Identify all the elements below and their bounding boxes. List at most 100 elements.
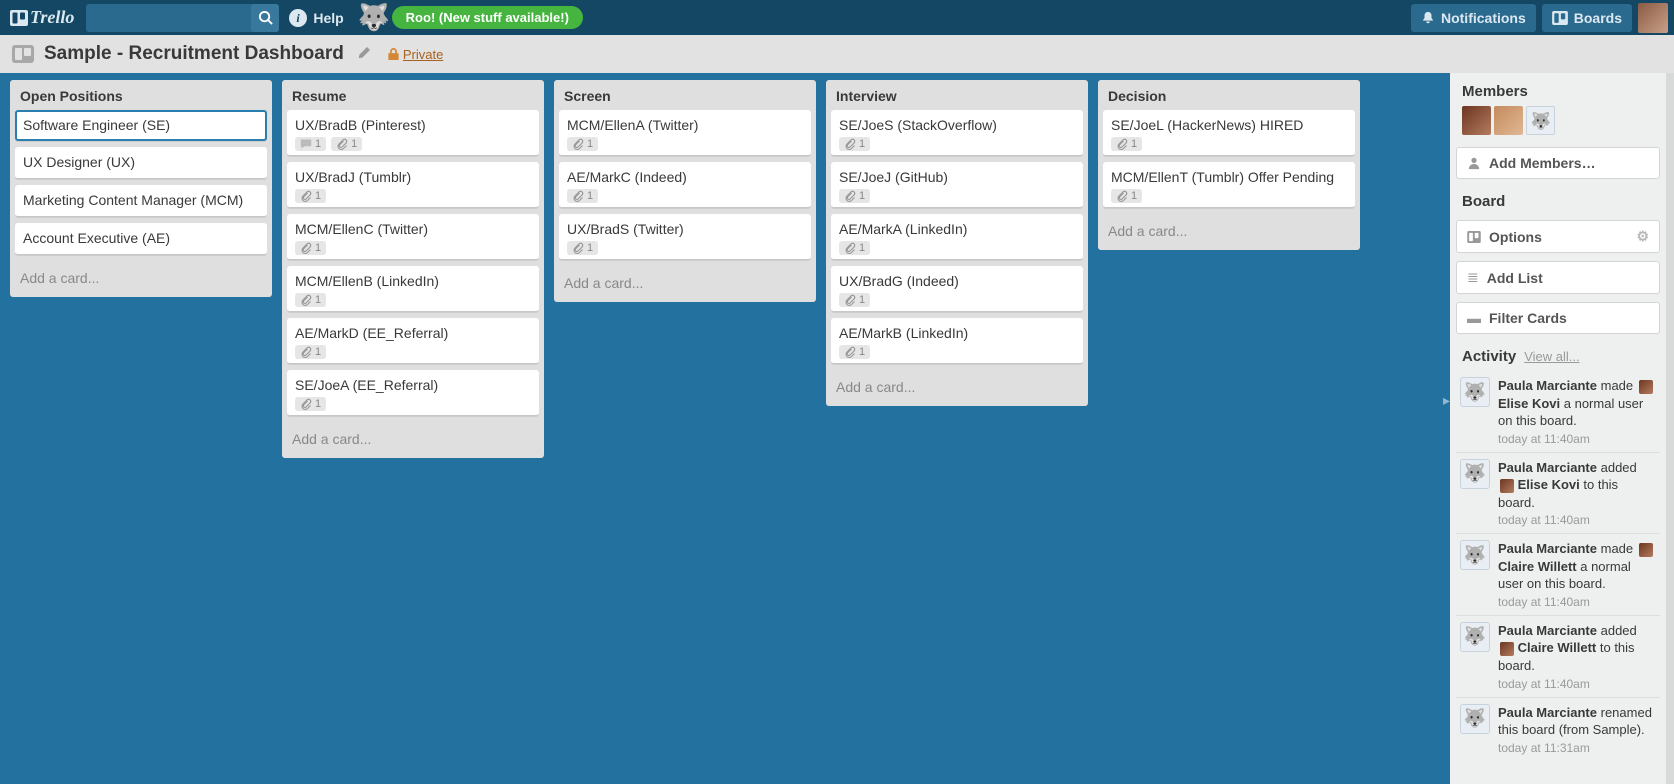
edit-title-button[interactable] bbox=[358, 46, 370, 62]
privacy-label: Private bbox=[403, 47, 443, 62]
card-title: AE/MarkA (LinkedIn) bbox=[839, 221, 1075, 237]
badges: 1 bbox=[839, 137, 1075, 151]
attachments-count: 1 bbox=[1131, 138, 1137, 150]
scrollbar-track[interactable] bbox=[1666, 73, 1674, 784]
activity-avatar[interactable]: 🐺 bbox=[1460, 540, 1490, 570]
options-button[interactable]: Options ⚙ bbox=[1456, 220, 1660, 253]
badges: 1 bbox=[839, 293, 1075, 307]
sidebar-collapse-caret[interactable]: ▸ bbox=[1443, 392, 1450, 409]
view-all-link[interactable]: View all... bbox=[1524, 349, 1579, 364]
card[interactable]: SE/JoeL (HackerNews) HIRED1 bbox=[1103, 110, 1355, 156]
board-title[interactable]: Sample - Recruitment Dashboard bbox=[44, 43, 344, 65]
card[interactable]: Software Engineer (SE) bbox=[15, 110, 267, 141]
add-card-button[interactable]: Add a card... bbox=[826, 370, 1088, 406]
board-icon bbox=[1552, 11, 1568, 25]
member-avatar[interactable] bbox=[1462, 106, 1491, 135]
card[interactable]: UX/BradJ (Tumblr) 1 bbox=[287, 162, 539, 208]
attachments-badge: 1 bbox=[839, 345, 870, 359]
card-title: AE/MarkD (EE_Referral) bbox=[295, 325, 531, 341]
trello-logo[interactable]: Trello bbox=[6, 7, 78, 28]
card[interactable]: Account Executive (AE) bbox=[15, 223, 267, 255]
list-header[interactable]: Open Positions bbox=[10, 80, 272, 110]
attachments-count: 1 bbox=[859, 190, 865, 202]
card[interactable]: AE/MarkA (LinkedIn)1 bbox=[831, 214, 1083, 260]
card[interactable]: SE/JoeA (EE_Referral)1 bbox=[287, 370, 539, 416]
add-card-button[interactable]: Add a card... bbox=[1098, 214, 1360, 250]
activity-timestamp: today at 11:40am bbox=[1498, 595, 1656, 609]
search-input[interactable] bbox=[86, 4, 251, 32]
cards-container: SE/JoeS (StackOverflow)1 SE/JoeJ (GitHub)… bbox=[826, 110, 1088, 370]
attachments-count: 1 bbox=[315, 398, 321, 410]
attachments-badge: 1 bbox=[839, 189, 870, 203]
attachments-badge: 1 bbox=[295, 241, 326, 255]
member-avatar[interactable] bbox=[1494, 106, 1523, 135]
privacy-toggle[interactable]: Private bbox=[388, 47, 443, 62]
card-title: MCM/EllenA (Twitter) bbox=[567, 117, 803, 133]
person-icon bbox=[1467, 156, 1481, 170]
card[interactable]: UX/BradS (Twitter)1 bbox=[559, 214, 811, 260]
activity-heading: Activity bbox=[1462, 348, 1516, 365]
members-row: 🐺 bbox=[1450, 106, 1666, 143]
list-header[interactable]: Resume bbox=[282, 80, 544, 110]
boards-label: Boards bbox=[1574, 10, 1622, 26]
attachments-badge: 1 bbox=[839, 293, 870, 307]
badges: 1 bbox=[1111, 189, 1347, 203]
attachments-count: 1 bbox=[859, 294, 865, 306]
boards-button[interactable]: Boards bbox=[1542, 4, 1632, 32]
attachments-badge: 1 bbox=[567, 137, 598, 151]
filter-cards-button[interactable]: ▬ Filter Cards bbox=[1456, 302, 1660, 334]
search-button[interactable] bbox=[251, 4, 279, 32]
board-icon bbox=[12, 45, 34, 63]
attachments-badge: 1 bbox=[295, 397, 326, 411]
list: Screen MCM/EllenA (Twitter) 1 AE/MarkC (Ind… bbox=[554, 80, 816, 302]
add-list-button[interactable]: ≣ Add List bbox=[1456, 261, 1660, 294]
member-avatar[interactable]: 🐺 bbox=[1526, 106, 1555, 135]
card[interactable]: Marketing Content Manager (MCM) bbox=[15, 185, 267, 217]
add-card-button[interactable]: Add a card... bbox=[10, 261, 272, 297]
card[interactable]: AE/MarkC (Indeed)1 bbox=[559, 162, 811, 208]
activity-avatar[interactable]: 🐺 bbox=[1460, 704, 1490, 734]
card[interactable]: AE/MarkB (LinkedIn)1 bbox=[831, 318, 1083, 364]
card[interactable]: SE/JoeJ (GitHub)1 bbox=[831, 162, 1083, 208]
card[interactable]: MCM/EllenC (Twitter)1 bbox=[287, 214, 539, 260]
roo-notification[interactable]: Roo! (New stuff available!) bbox=[392, 6, 583, 29]
activity-body: Paula Marciante added Claire Willett to … bbox=[1498, 622, 1656, 691]
activity-text: Paula Marciante renamed this board (from… bbox=[1498, 704, 1656, 739]
notifications-label: Notifications bbox=[1441, 10, 1526, 26]
card[interactable]: UX/BradB (Pinterest)11 bbox=[287, 110, 539, 156]
card-title: UX/BradJ (Tumblr) bbox=[295, 169, 531, 185]
husky-mascot[interactable]: 🐺 bbox=[356, 0, 392, 36]
add-card-button[interactable]: Add a card... bbox=[282, 422, 544, 458]
list: DecisionSE/JoeL (HackerNews) HIRED1 MCM/E… bbox=[1098, 80, 1360, 250]
card[interactable]: MCM/EllenT (Tumblr) Offer Pending1 bbox=[1103, 162, 1355, 208]
search-icon bbox=[258, 10, 273, 25]
cards-container: MCM/EllenA (Twitter) 1 AE/MarkC (Indeed)1 U… bbox=[554, 110, 816, 266]
card[interactable]: AE/MarkD (EE_Referral)1 bbox=[287, 318, 539, 364]
add-members-label: Add Members… bbox=[1489, 155, 1596, 171]
badges: 1 bbox=[1111, 137, 1347, 151]
list-header[interactable]: Interview bbox=[826, 80, 1088, 110]
badges: 11 bbox=[295, 137, 531, 151]
help-link[interactable]: i Help bbox=[289, 9, 343, 27]
activity-avatar[interactable]: 🐺 bbox=[1460, 459, 1490, 489]
activity-timestamp: today at 11:40am bbox=[1498, 513, 1656, 527]
user-avatar[interactable] bbox=[1638, 3, 1668, 33]
card[interactable]: UX/BradG (Indeed)1 bbox=[831, 266, 1083, 312]
activity-avatar[interactable]: 🐺 bbox=[1460, 377, 1490, 407]
roo-label: Roo! (New stuff available!) bbox=[406, 10, 569, 25]
badges: 1 bbox=[295, 189, 531, 203]
activity-avatar[interactable]: 🐺 bbox=[1460, 622, 1490, 652]
list-header[interactable]: Screen bbox=[554, 80, 816, 110]
card[interactable]: MCM/EllenB (LinkedIn)1 bbox=[287, 266, 539, 312]
notifications-button[interactable]: Notifications bbox=[1411, 4, 1536, 32]
card[interactable]: SE/JoeS (StackOverflow)1 bbox=[831, 110, 1083, 156]
add-card-button[interactable]: Add a card... bbox=[554, 266, 816, 302]
info-icon: i bbox=[289, 9, 307, 27]
board-area[interactable]: Open PositionsSoftware Engineer (SE) UX D… bbox=[0, 73, 1450, 784]
card[interactable]: UX Designer (UX) bbox=[15, 147, 267, 179]
card[interactable]: MCM/EllenA (Twitter) 1 bbox=[559, 110, 811, 156]
badges: 1 bbox=[295, 293, 531, 307]
tiny-avatar bbox=[1639, 543, 1653, 557]
add-members-button[interactable]: Add Members… bbox=[1456, 147, 1660, 179]
list-header[interactable]: Decision bbox=[1098, 80, 1360, 110]
